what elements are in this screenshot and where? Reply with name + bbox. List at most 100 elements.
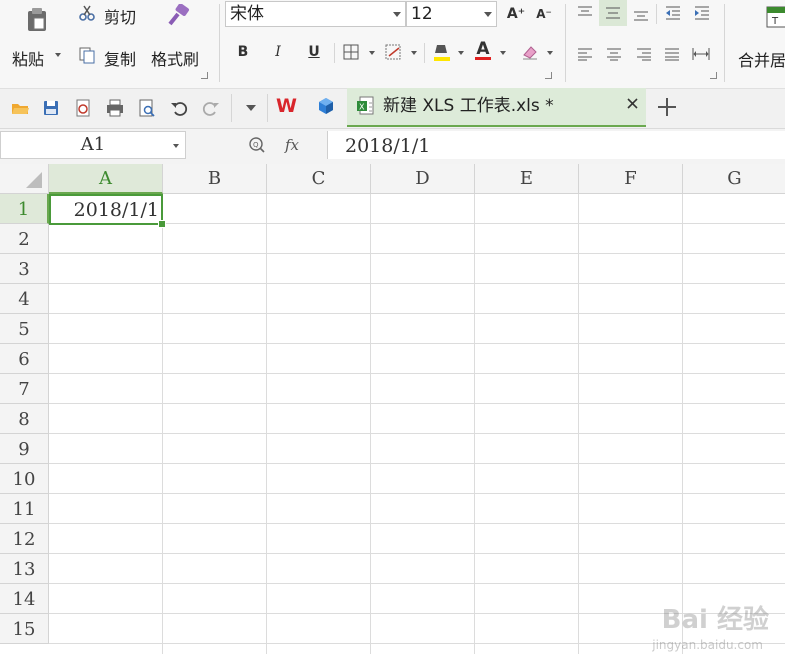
distributed-align-icon[interactable] — [692, 46, 710, 60]
fill-color-icon[interactable] — [433, 42, 451, 62]
paste-dropdown-icon[interactable] — [55, 53, 61, 57]
select-all-corner[interactable] — [0, 164, 49, 194]
row-header-6[interactable]: 6 — [0, 344, 49, 374]
svg-text:Q: Q — [253, 141, 259, 149]
separator — [724, 4, 725, 82]
merge-center-button[interactable]: 合并居 — [738, 47, 785, 71]
cut-button[interactable]: 剪切 — [104, 4, 136, 28]
font-launcher-icon[interactable] — [545, 72, 552, 79]
font-color-dropdown-icon[interactable] — [500, 51, 506, 55]
name-box-value: A1 — [80, 134, 106, 155]
align-right-icon[interactable] — [636, 46, 652, 61]
column-gridline — [370, 194, 371, 654]
paste-icon[interactable] — [26, 7, 48, 33]
row-header-3[interactable]: 3 — [0, 254, 49, 284]
fill-color-dropdown-icon[interactable] — [458, 51, 464, 55]
align-bottom-icon[interactable] — [633, 8, 649, 22]
decrease-indent-icon[interactable] — [665, 5, 681, 20]
font-size-select[interactable]: 12 — [406, 1, 497, 27]
wps-logo-icon[interactable]: W — [276, 96, 300, 116]
svg-text:T: T — [771, 16, 779, 27]
row-header-4[interactable]: 4 — [0, 284, 49, 314]
column-header-c[interactable]: C — [267, 164, 371, 194]
row-gridline — [49, 493, 785, 494]
column-header-a[interactable]: A — [49, 164, 163, 194]
format-painter-button[interactable]: 格式刷 — [151, 46, 199, 70]
customize-toolbar-dropdown-icon[interactable] — [246, 105, 256, 111]
save-icon[interactable] — [41, 98, 61, 118]
column-header-g[interactable]: G — [683, 164, 785, 194]
merge-cells-icon[interactable]: T — [766, 6, 785, 28]
row-header-1[interactable]: 1 — [0, 194, 49, 224]
row-header-14[interactable]: 14 — [0, 584, 49, 614]
align-left-icon[interactable] — [577, 46, 593, 61]
scissors-icon[interactable] — [78, 4, 96, 22]
export-pdf-icon[interactable] — [73, 98, 93, 118]
separator — [231, 94, 232, 122]
separator — [656, 4, 657, 24]
open-folder-icon[interactable] — [10, 98, 30, 118]
insert-function-button[interactable]: fx — [285, 134, 299, 156]
row-header-5[interactable]: 5 — [0, 314, 49, 344]
increase-indent-icon[interactable] — [694, 5, 710, 20]
clear-format-icon[interactable] — [521, 43, 539, 61]
row-header-8[interactable]: 8 — [0, 404, 49, 434]
column-header-f[interactable]: F — [579, 164, 683, 194]
name-box-dropdown-icon[interactable] — [173, 144, 179, 148]
row-header-11[interactable]: 11 — [0, 494, 49, 524]
separator — [219, 4, 220, 82]
name-box[interactable]: A1 — [0, 131, 186, 159]
column-header-b[interactable]: B — [163, 164, 267, 194]
font-color-icon[interactable]: A — [474, 39, 492, 61]
print-icon[interactable] — [105, 98, 125, 118]
close-tab-icon[interactable] — [625, 96, 641, 112]
column-header-e[interactable]: E — [475, 164, 579, 194]
copy-icon[interactable] — [78, 46, 96, 64]
new-tab-icon[interactable] — [656, 96, 678, 118]
clipboard-launcher-icon[interactable] — [201, 72, 208, 79]
bold-button[interactable]: B — [232, 41, 254, 63]
column-gridline — [682, 194, 683, 654]
cell-style-dropdown-icon[interactable] — [411, 51, 417, 55]
svg-text:X: X — [359, 103, 365, 112]
justify-icon[interactable] — [664, 46, 680, 61]
underline-button[interactable]: U — [303, 41, 325, 63]
redo-icon[interactable] — [201, 98, 221, 118]
alignment-launcher-icon[interactable] — [710, 72, 717, 79]
cube-app-icon[interactable] — [316, 96, 336, 116]
font-size-value: 12 — [411, 4, 433, 24]
italic-button[interactable]: I — [267, 41, 289, 63]
format-painter-icon[interactable] — [166, 3, 190, 26]
column-gridline — [162, 194, 163, 654]
row-header-9[interactable]: 9 — [0, 434, 49, 464]
increase-font-icon[interactable]: A⁺ — [505, 3, 527, 25]
row-header-10[interactable]: 10 — [0, 464, 49, 494]
row-header-7[interactable]: 7 — [0, 374, 49, 404]
copy-button[interactable]: 复制 — [104, 46, 136, 70]
align-middle-button[interactable] — [599, 0, 627, 26]
cell-a1[interactable]: 2018/1/1 — [49, 194, 163, 225]
zoom-search-icon[interactable]: Q — [248, 136, 266, 154]
spreadsheet-grid[interactable]: ABCDEFG 1 2 3 4 5 6 7 8 9 10 11 12 13 14 15 2018/1/1 B… — [0, 164, 785, 654]
print-preview-icon[interactable] — [137, 98, 157, 118]
row-header-2[interactable]: 2 — [0, 224, 49, 254]
column-gridline — [578, 194, 579, 654]
column-header-d[interactable]: D — [371, 164, 475, 194]
row-header-13[interactable]: 13 — [0, 554, 49, 584]
undo-icon[interactable] — [169, 98, 189, 118]
formula-input[interactable]: 2018/1/1 — [327, 131, 785, 159]
separator — [565, 4, 566, 82]
row-header-12[interactable]: 12 — [0, 524, 49, 554]
borders-dropdown-icon[interactable] — [369, 51, 375, 55]
row-header-15[interactable]: 15 — [0, 614, 49, 644]
align-top-icon[interactable] — [577, 4, 593, 18]
fill-handle[interactable] — [158, 220, 166, 228]
decrease-font-icon[interactable]: A⁻ — [533, 3, 555, 25]
align-center-icon[interactable] — [606, 46, 622, 61]
font-name-select[interactable]: 宋体 — [225, 1, 406, 27]
borders-icon[interactable] — [343, 44, 359, 60]
paste-button[interactable]: 粘贴 — [12, 46, 44, 70]
row-gridline — [49, 343, 785, 344]
cell-style-icon[interactable] — [385, 44, 403, 60]
clear-format-dropdown-icon[interactable] — [547, 51, 553, 55]
